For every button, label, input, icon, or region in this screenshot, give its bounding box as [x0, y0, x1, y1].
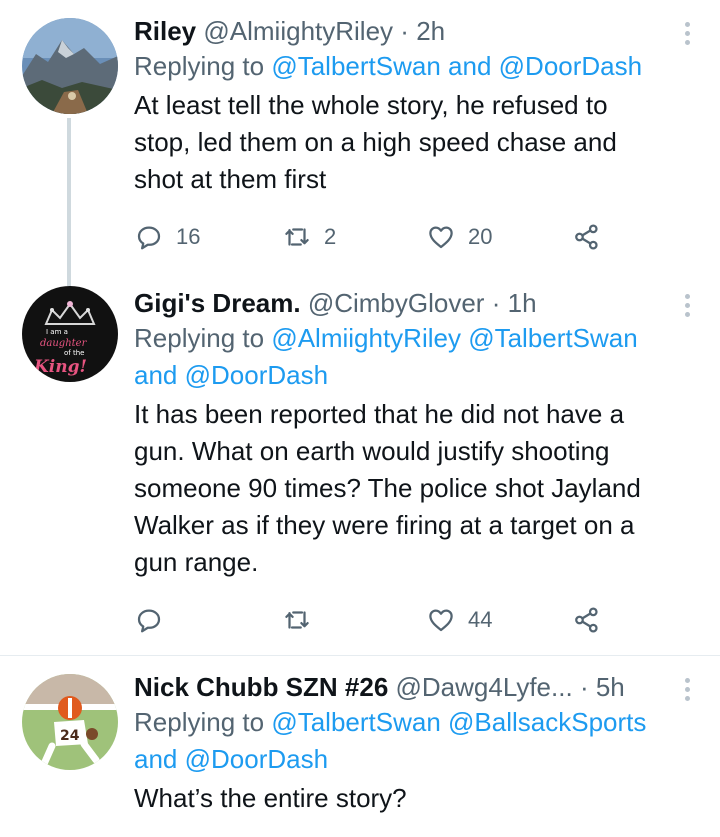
mention-link[interactable]: @AlmiightyRiley [271, 323, 461, 353]
display-name[interactable]: Nick Chubb SZN #26 [134, 672, 388, 702]
tweet-text-line: It has been reported that he did not hav… [134, 399, 625, 429]
football-player-avatar-image: 24 [22, 674, 118, 770]
landscape-avatar-image [22, 18, 118, 114]
like-button[interactable]: 44 [426, 603, 492, 637]
retweet-count: 2 [324, 224, 337, 249]
tweet-text: What’s the entire story? [134, 780, 680, 817]
retweet-icon [285, 611, 309, 629]
mention-link[interactable]: @BallsackSports [448, 707, 646, 737]
handle[interactable]: @AlmiightyRiley [203, 16, 393, 46]
replying-to-line: Replying to @TalbertSwan @BallsackSports… [134, 704, 680, 778]
tweet-actions: 44 [134, 603, 614, 637]
display-name[interactable]: Gigi's Dream. [134, 288, 301, 318]
reply-icon [137, 226, 161, 250]
tiara-avatar-image: I am a daughter of the King! [22, 286, 118, 382]
replying-to-label: Replying to [134, 51, 265, 81]
handle[interactable]: @Dawg4Lyfe... [396, 672, 573, 702]
avatar-gigi[interactable]: I am a daughter of the King! [22, 286, 118, 382]
replying-to-line: Replying to @TalbertSwan and @DoorDash [134, 48, 680, 85]
tweet-text: At least tell the whole story, he refuse… [134, 87, 680, 198]
tweet-3[interactable]: 24 Nick Chubb SZN #26 @Dawg4Lyfe... · 5h… [0, 656, 720, 837]
mention-link[interactable]: @DoorDash [185, 744, 328, 774]
tweet-text-line: Walker as if they were firing at a targe… [134, 510, 635, 540]
retweet-icon [285, 228, 309, 246]
avatar-jersey-number: 24 [60, 728, 80, 744]
thread-connector-line [67, 118, 71, 286]
tweet-header: Riley @AlmiightyRiley · 2h [134, 14, 680, 48]
tweet-text-line: shot at them first [134, 164, 327, 194]
avatar-text-line: I am a [46, 328, 68, 336]
reply-count: 16 [176, 224, 201, 249]
tweet-text-line: At least tell the whole story, he refuse… [134, 90, 608, 120]
separator-dot: · [579, 672, 589, 702]
tweet-header: Gigi's Dream. @CimbyGlover · 1h [134, 286, 680, 320]
replying-to-label: Replying to [134, 323, 265, 353]
reply-icon [137, 609, 161, 633]
more-options-icon[interactable] [682, 676, 692, 706]
tweet-text-line: gun. What on earth would justify shootin… [134, 436, 610, 466]
replying-to-line: Replying to @AlmiightyRiley @TalbertSwan… [134, 320, 680, 394]
tweet-text-line: What’s the entire story? [134, 783, 407, 813]
handle[interactable]: @CimbyGlover [308, 288, 485, 318]
separator-dot: · [491, 288, 501, 318]
more-options-icon[interactable] [682, 292, 692, 322]
tweet-actions: 16 2 20 [134, 220, 614, 254]
reply-button[interactable] [134, 603, 176, 637]
mention-link[interactable]: @TalbertSwan [271, 51, 440, 81]
mention-link[interactable]: @TalbertSwan [468, 323, 637, 353]
mention-joiner: and [134, 360, 178, 390]
share-button[interactable] [572, 220, 602, 254]
tweet-header: Nick Chubb SZN #26 @Dawg4Lyfe... · 5h [134, 670, 680, 704]
like-icon [429, 609, 453, 632]
share-icon [575, 224, 598, 250]
tweet-text-line: gun range. [134, 547, 259, 577]
retweet-button[interactable]: 2 [282, 220, 336, 254]
mention-link[interactable]: @DoorDash [499, 51, 642, 81]
share-icon [575, 607, 598, 633]
mention-link[interactable]: @DoorDash [185, 360, 328, 390]
mention-link[interactable]: @TalbertSwan [271, 707, 440, 737]
reply-button[interactable]: 16 [134, 220, 200, 254]
tweet-2[interactable]: I am a daughter of the King! Gigi's Drea… [0, 270, 720, 655]
like-button[interactable]: 20 [426, 220, 492, 254]
more-options-icon[interactable] [682, 20, 692, 50]
avatar-nick-chubb[interactable]: 24 [22, 674, 118, 770]
mention-joiner: and [448, 51, 492, 81]
avatar-text-line: daughter [40, 338, 88, 349]
like-count: 44 [468, 607, 493, 632]
timestamp[interactable]: 2h [416, 16, 445, 46]
like-count: 20 [468, 224, 493, 249]
retweet-button[interactable] [282, 603, 324, 637]
tweet-text: It has been reported that he did not hav… [134, 396, 680, 581]
separator-dot: · [400, 16, 409, 46]
share-button[interactable] [572, 603, 602, 637]
like-icon [429, 226, 453, 249]
avatar-text-line: King! [33, 357, 87, 377]
tweet-text-line: stop, led them on a high speed chase and [134, 127, 617, 157]
display-name[interactable]: Riley [134, 16, 196, 46]
tweet-1[interactable]: Riley @AlmiightyRiley · 2h Replying to @… [0, 0, 720, 286]
avatar-riley[interactable] [22, 18, 118, 114]
replying-to-label: Replying to [134, 707, 265, 737]
mention-joiner: and [134, 744, 178, 774]
avatar-text-line: of the [64, 349, 84, 357]
timestamp[interactable]: 1h [508, 288, 537, 318]
timestamp[interactable]: 5h [596, 672, 625, 702]
tweet-text-line: someone 90 times? The police shot Jaylan… [134, 473, 641, 503]
